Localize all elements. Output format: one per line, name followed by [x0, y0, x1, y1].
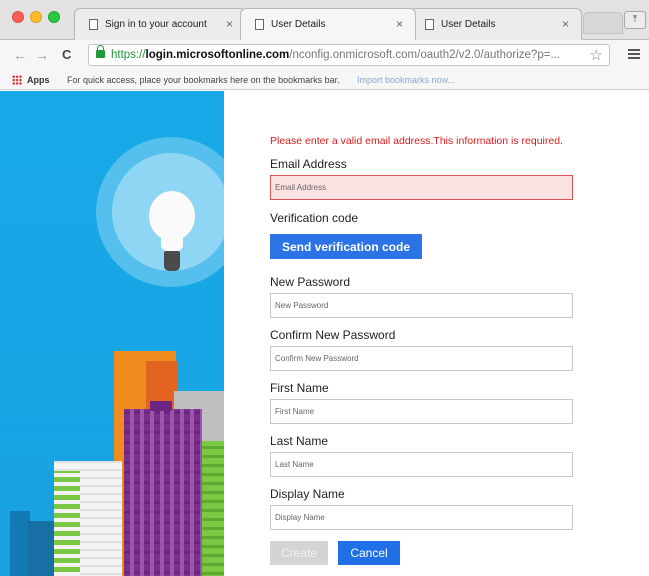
close-icon[interactable]: × — [396, 17, 403, 31]
tab-title: User Details — [271, 19, 326, 30]
tab-sign-in[interactable]: Sign in to your account × — [74, 8, 246, 40]
minimize-window-button[interactable] — [30, 11, 42, 23]
url-text[interactable]: https://login.microsoftonline.com/nconfi… — [111, 49, 560, 61]
bookmarks-bar: Apps For quick access, place your bookma… — [0, 70, 649, 90]
forward-arrow-icon[interactable]: → — [35, 47, 49, 63]
close-icon[interactable]: × — [226, 17, 233, 31]
bookmarks-hint: For quick access, place your bookmarks h… — [67, 75, 340, 85]
last-name-label: Last Name — [270, 434, 329, 448]
profile-icon[interactable]: ⤒ — [624, 11, 646, 29]
apps-link[interactable]: Apps — [27, 75, 50, 85]
building — [28, 521, 56, 576]
display-name-field[interactable] — [270, 505, 573, 530]
display-name-label: Display Name — [270, 487, 345, 501]
lock-icon — [96, 45, 105, 58]
lightbulb-base — [164, 251, 180, 271]
signup-form: Please enter a valid email address.This … — [270, 91, 590, 576]
import-bookmarks-link[interactable]: Import bookmarks now... — [357, 75, 455, 85]
maximize-window-button[interactable] — [48, 11, 60, 23]
close-icon[interactable]: × — [562, 17, 569, 31]
tab-title: Sign in to your account — [105, 19, 207, 30]
star-icon[interactable]: ☆ — [590, 46, 603, 64]
new-tab-button[interactable] — [583, 12, 623, 34]
close-window-button[interactable] — [12, 11, 24, 23]
menu-icon[interactable] — [628, 49, 640, 59]
address-toolbar: ← → C https://login.microsoftonline.com/… — [0, 40, 649, 70]
create-button[interactable]: Create — [270, 541, 328, 565]
first-name-label: First Name — [270, 381, 329, 395]
building-windows-green — [54, 471, 80, 576]
cancel-button[interactable]: Cancel — [338, 541, 400, 565]
tab-strip: Sign in to your account × User Details ×… — [0, 0, 649, 40]
tab-title: User Details — [441, 19, 496, 30]
first-name-field[interactable] — [270, 399, 573, 424]
document-icon — [425, 19, 434, 30]
email-field[interactable] — [270, 175, 573, 200]
page-content: Please enter a valid email address.This … — [0, 91, 649, 576]
confirm-password-label: Confirm New Password — [270, 328, 396, 342]
document-icon — [255, 19, 264, 30]
tab-user-details-2[interactable]: User Details × — [410, 8, 582, 40]
browser-window: Sign in to your account × User Details ×… — [0, 0, 649, 576]
reload-icon[interactable]: C — [62, 47, 71, 62]
new-password-field[interactable] — [270, 293, 573, 318]
back-arrow-icon[interactable]: ← — [13, 47, 27, 63]
error-message: Please enter a valid email address.This … — [270, 135, 563, 147]
hero-illustration — [0, 91, 224, 576]
building-green — [202, 441, 224, 576]
confirm-password-field[interactable] — [270, 346, 573, 371]
lightbulb-neck — [161, 231, 183, 251]
address-bar[interactable]: https://login.microsoftonline.com/nconfi… — [88, 44, 610, 66]
tab-user-details-active[interactable]: User Details × — [240, 8, 416, 40]
apps-grid-icon[interactable] — [12, 75, 22, 85]
building-roof — [150, 401, 172, 411]
new-password-label: New Password — [270, 275, 351, 289]
document-icon — [89, 19, 98, 30]
last-name-field[interactable] — [270, 452, 573, 477]
building — [10, 511, 30, 576]
building-purple — [124, 409, 202, 576]
verification-label: Verification code — [270, 211, 359, 225]
send-verification-button[interactable]: Send verification code — [270, 234, 422, 259]
email-label: Email Address — [270, 157, 347, 171]
